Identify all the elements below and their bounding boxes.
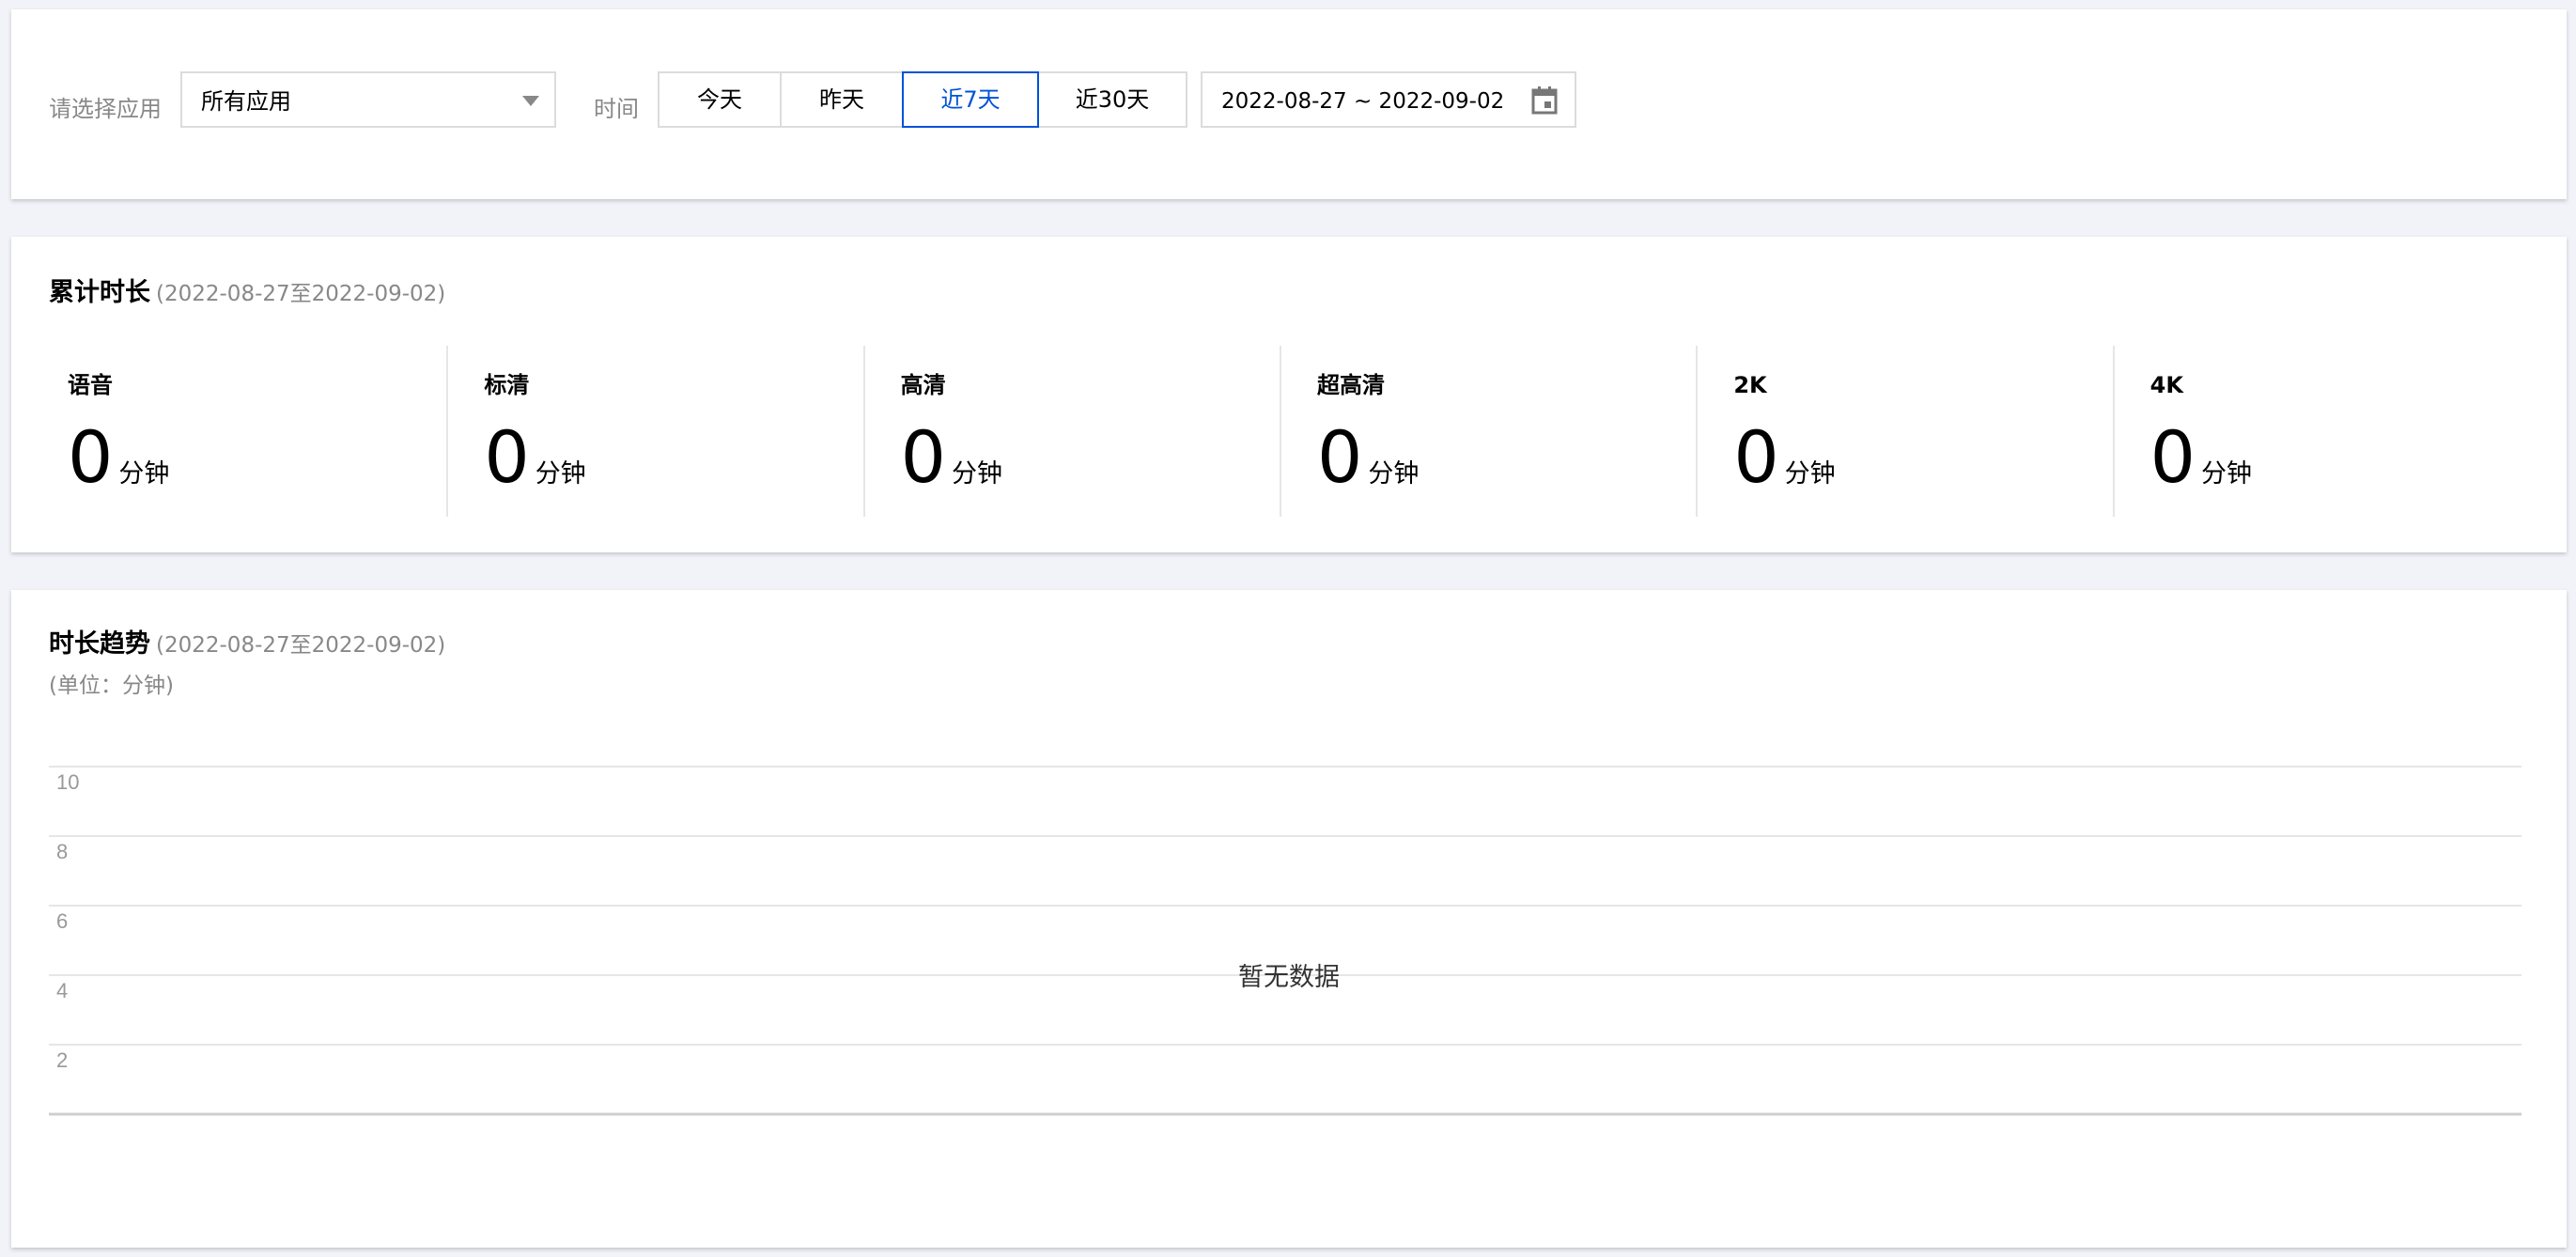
metric-unit: 分钟 <box>2201 459 2252 489</box>
y-tick-label: 6 <box>56 909 68 933</box>
time-option-today[interactable]: 今天 <box>658 71 782 128</box>
total-duration-title: 累计时长 (2022-08-27至2022-09-02) <box>49 278 445 309</box>
app-select-value: 所有应用 <box>201 88 291 115</box>
metric-label: 高清 <box>900 372 946 398</box>
app-select-label: 请选择应用 <box>49 96 162 122</box>
duration-trend-panel: 时长趋势 (2022-08-27至2022-09-02) (单位：分钟) 10 8 6… <box>11 590 2567 1248</box>
calendar-icon[interactable] <box>1531 86 1558 115</box>
metric-value: 0 <box>68 415 114 499</box>
metric-unit: 分钟 <box>118 459 170 489</box>
time-label: 时间 <box>594 96 639 122</box>
metric-fhd: 超高清 0 分钟 <box>1279 346 1696 517</box>
metric-unit: 分钟 <box>952 459 1003 489</box>
app-select[interactable]: 所有应用 <box>180 71 556 128</box>
filter-panel: 请选择应用 所有应用 时间 今天 昨天 近7天 近30天 2022-08-27 … <box>11 9 2567 199</box>
y-tick-label: 10 <box>56 770 79 794</box>
metric-value: 0 <box>900 415 947 499</box>
time-option-7days[interactable]: 近7天 <box>902 71 1039 128</box>
metric-hd: 高清 0 分钟 <box>862 346 1280 517</box>
total-duration-panel: 累计时长 (2022-08-27至2022-09-02) 语音 0 分钟 标清 0分… <box>11 237 2567 552</box>
date-range-picker[interactable]: 2022-08-27 ~ 2022-09-02 <box>1201 71 1576 128</box>
metric-label: 标清 <box>484 372 530 398</box>
date-range-value: 2022-08-27 ~ 2022-09-02 <box>1221 89 1505 114</box>
metric-label: 4K <box>2149 372 2183 398</box>
metric-value: 0 <box>1733 415 1779 499</box>
metric-2k: 2K 0 分钟 <box>1696 346 2112 517</box>
metric-unit: 分钟 <box>1784 459 1836 489</box>
y-tick-label: 8 <box>56 840 68 863</box>
metric-value: 0 <box>2149 415 2196 499</box>
metrics-row: 语音 0 分钟 标清 0 分钟 高清 0 分钟 超高清 0 分钟 2K 0 分钟 4K 0… <box>49 346 2529 517</box>
time-option-yesterday[interactable]: 昨天 <box>780 71 904 128</box>
time-option-30days[interactable]: 近30天 <box>1037 71 1187 128</box>
metric-value: 0 <box>1316 415 1363 499</box>
caret-down-icon <box>522 96 539 106</box>
metric-value: 0 <box>484 415 530 499</box>
metric-unit: 分钟 <box>535 459 586 489</box>
metric-label: 语音 <box>68 372 113 398</box>
metric-unit: 分钟 <box>1368 459 1420 489</box>
duration-trend-title-text: 时长趋势 <box>49 629 150 659</box>
metric-sd: 标清 0 分钟 <box>446 346 862 517</box>
time-range-tabs: 今天 昨天 近7天 近30天 <box>658 71 1187 128</box>
total-duration-title-text: 累计时长 <box>49 278 150 307</box>
duration-trend-title: 时长趋势 (2022-08-27至2022-09-02) <box>49 629 445 660</box>
unit-note: (单位：分钟) <box>49 674 174 698</box>
y-tick-label: 2 <box>56 1048 68 1072</box>
metric-voice: 语音 0 分钟 <box>49 346 446 517</box>
metric-label: 超高清 <box>1316 372 1385 398</box>
metric-label: 2K <box>1733 372 1767 398</box>
duration-trend-range: (2022-08-27至2022-09-02) <box>156 633 446 658</box>
empty-state-text: 暂无数据 <box>1238 963 1340 992</box>
total-duration-range: (2022-08-27至2022-09-02) <box>156 282 446 306</box>
metric-4k: 4K 0 分钟 <box>2112 346 2529 517</box>
